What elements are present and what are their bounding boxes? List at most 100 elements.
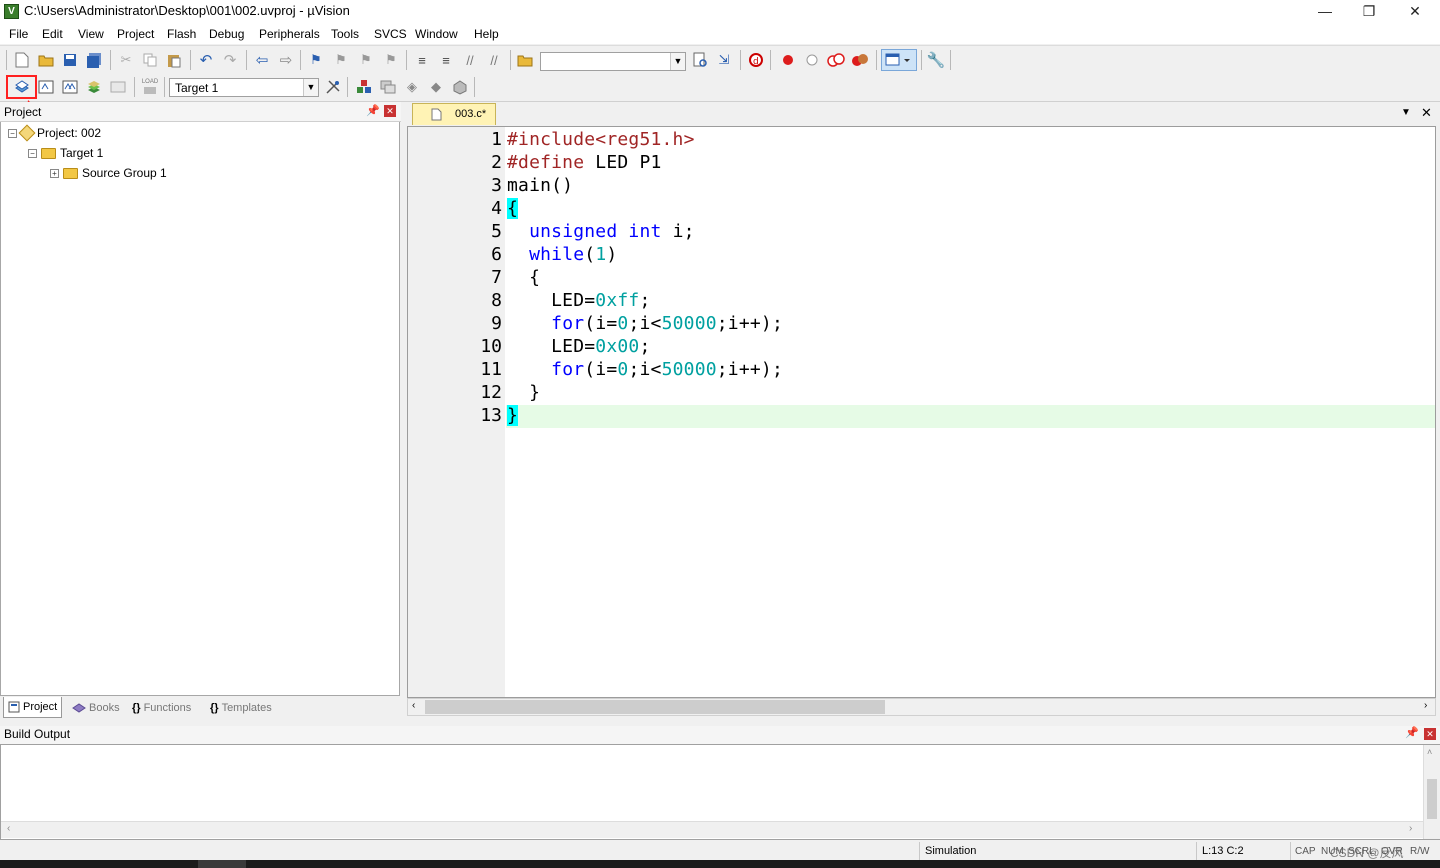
tab-books[interactable]: Books (68, 697, 124, 718)
chevron-down-icon[interactable]: ▼ (670, 53, 685, 70)
close-editor-icon[interactable]: ✕ (1421, 105, 1432, 121)
taskbar-active-item[interactable] (198, 860, 246, 868)
tab-templates[interactable]: {} Templates (206, 697, 276, 718)
minimize-button[interactable]: — (1302, 0, 1348, 23)
save-icon[interactable] (60, 50, 80, 70)
line-number: 1 (491, 129, 502, 150)
debug-session-icon[interactable]: d (746, 50, 766, 70)
undo-icon[interactable]: ↶ (196, 50, 216, 70)
tree-group-node[interactable]: + Source Group 1 (50, 166, 167, 180)
incremental-find-icon[interactable]: ⇲ (714, 50, 734, 70)
build-target-icon[interactable] (36, 77, 56, 97)
menu-view[interactable]: View (78, 27, 104, 41)
redo-icon[interactable]: ↷ (220, 50, 240, 70)
code-text: i; (661, 221, 695, 242)
paste-icon[interactable] (164, 50, 184, 70)
breakpoint-insert-icon[interactable] (778, 50, 798, 70)
scroll-right-icon[interactable]: › (1424, 700, 1427, 711)
bookmark-toggle-icon[interactable]: ⚑ (306, 50, 326, 70)
build-horizontal-scrollbar[interactable]: ‹ › (1, 821, 1423, 838)
scroll-up-icon[interactable]: ˄ (1427, 747, 1432, 757)
scroll-right-icon[interactable]: › (1409, 823, 1412, 834)
manage-project-items-icon[interactable] (354, 77, 374, 97)
project-icon (18, 124, 36, 142)
stop-build-icon[interactable] (108, 77, 128, 97)
comment-icon[interactable]: // (460, 50, 480, 70)
menu-tools[interactable]: Tools (331, 27, 359, 41)
tree-target-node[interactable]: − Target 1 (28, 146, 103, 160)
pack-installer-icon[interactable]: ◆ (426, 77, 446, 97)
breakpoint-kill-all-icon[interactable] (850, 50, 870, 70)
navigate-forward-icon[interactable]: ⇨ (276, 50, 296, 70)
copy-icon[interactable] (140, 50, 160, 70)
code-text: ;i< (628, 359, 662, 380)
chevron-down-icon[interactable]: ▼ (303, 79, 318, 96)
scrollbar-thumb[interactable] (425, 700, 885, 714)
code-line: } (507, 405, 519, 426)
find-combo[interactable]: ▼ (540, 52, 686, 71)
target-select[interactable]: Target 1 ▼ (169, 78, 319, 97)
tab-project[interactable]: Project (3, 697, 63, 718)
restore-button[interactable]: ❐ (1346, 0, 1392, 23)
download-load-icon[interactable]: LOAD (140, 77, 160, 97)
expand-icon[interactable]: + (50, 168, 59, 178)
menu-project[interactable]: Project (117, 27, 154, 41)
batch-build-icon[interactable] (84, 77, 104, 97)
code-line: { (507, 198, 519, 219)
manage-rte-icon[interactable] (450, 77, 470, 97)
cut-icon[interactable]: ✂ (116, 50, 136, 70)
navigate-back-icon[interactable]: ⇦ (252, 50, 272, 70)
tab-list-chevron-icon[interactable]: ▼ (1401, 107, 1411, 118)
bookmark-next-icon[interactable]: ⚑ (356, 50, 376, 70)
bookmark-clear-icon[interactable]: ⚑ (381, 50, 401, 70)
panel-close-icon[interactable]: ✕ (384, 105, 396, 117)
indent-icon[interactable]: ≡ (412, 50, 432, 70)
configure-wrench-icon[interactable]: 🔧 (926, 50, 946, 70)
collapse-icon[interactable]: − (8, 128, 17, 138)
code-line: LED=0x00; (507, 336, 651, 357)
close-button[interactable]: ✕ (1392, 0, 1438, 23)
select-software-packs-icon[interactable]: ◈ (402, 77, 422, 97)
pin-icon[interactable]: 📌 (366, 104, 380, 117)
build-output-area[interactable]: ‹ › ˄ (0, 744, 1440, 840)
code-brace: } (507, 405, 519, 426)
braces-icon: {} (132, 701, 141, 714)
tree-project-node[interactable]: − Project: 002 (8, 124, 101, 142)
line-number: 11 (480, 359, 502, 380)
window-layout-icon[interactable] (881, 49, 917, 71)
scrollbar-thumb[interactable] (1427, 779, 1437, 819)
save-all-icon[interactable] (84, 50, 104, 70)
tab-functions[interactable]: {} Functions (128, 697, 195, 718)
breakpoint-disable-all-icon[interactable] (826, 50, 846, 70)
scroll-left-icon[interactable]: ‹ (412, 700, 415, 711)
breakpoint-enable-icon[interactable] (802, 50, 822, 70)
new-file-icon[interactable] (12, 50, 32, 70)
uncomment-icon[interactable]: // (484, 50, 504, 70)
target-options-icon[interactable] (323, 77, 343, 97)
editor-tab-label: 003.c* (455, 108, 487, 120)
menu-file[interactable]: File (9, 27, 28, 41)
menu-svcs[interactable]: SVCS (374, 27, 407, 41)
unindent-icon[interactable]: ≡ (436, 50, 456, 70)
panel-close-icon[interactable]: ✕ (1424, 728, 1436, 740)
menu-window[interactable]: Window (415, 27, 458, 41)
collapse-icon[interactable]: − (28, 148, 37, 158)
books-tab-icon (72, 702, 86, 713)
editor-tab-003c[interactable]: 003.c* (412, 103, 496, 125)
menu-edit[interactable]: Edit (42, 27, 63, 41)
find-icon[interactable] (690, 50, 710, 70)
menu-peripherals[interactable]: Peripherals (259, 27, 320, 41)
menu-flash[interactable]: Flash (167, 27, 196, 41)
rebuild-all-icon[interactable] (60, 77, 80, 97)
bookmark-prev-icon[interactable]: ⚑ (331, 50, 351, 70)
code-text: LED= (507, 290, 596, 311)
manage-components-icon[interactable] (378, 77, 398, 97)
pin-icon[interactable]: 📌 (1405, 726, 1419, 739)
menu-help[interactable]: Help (474, 27, 499, 41)
menu-debug[interactable]: Debug (209, 27, 244, 41)
open-folder-icon[interactable] (36, 50, 56, 70)
scroll-left-icon[interactable]: ‹ (7, 823, 10, 834)
find-in-files-icon[interactable] (515, 50, 535, 70)
build-vertical-scrollbar[interactable]: ˄ (1423, 745, 1440, 839)
